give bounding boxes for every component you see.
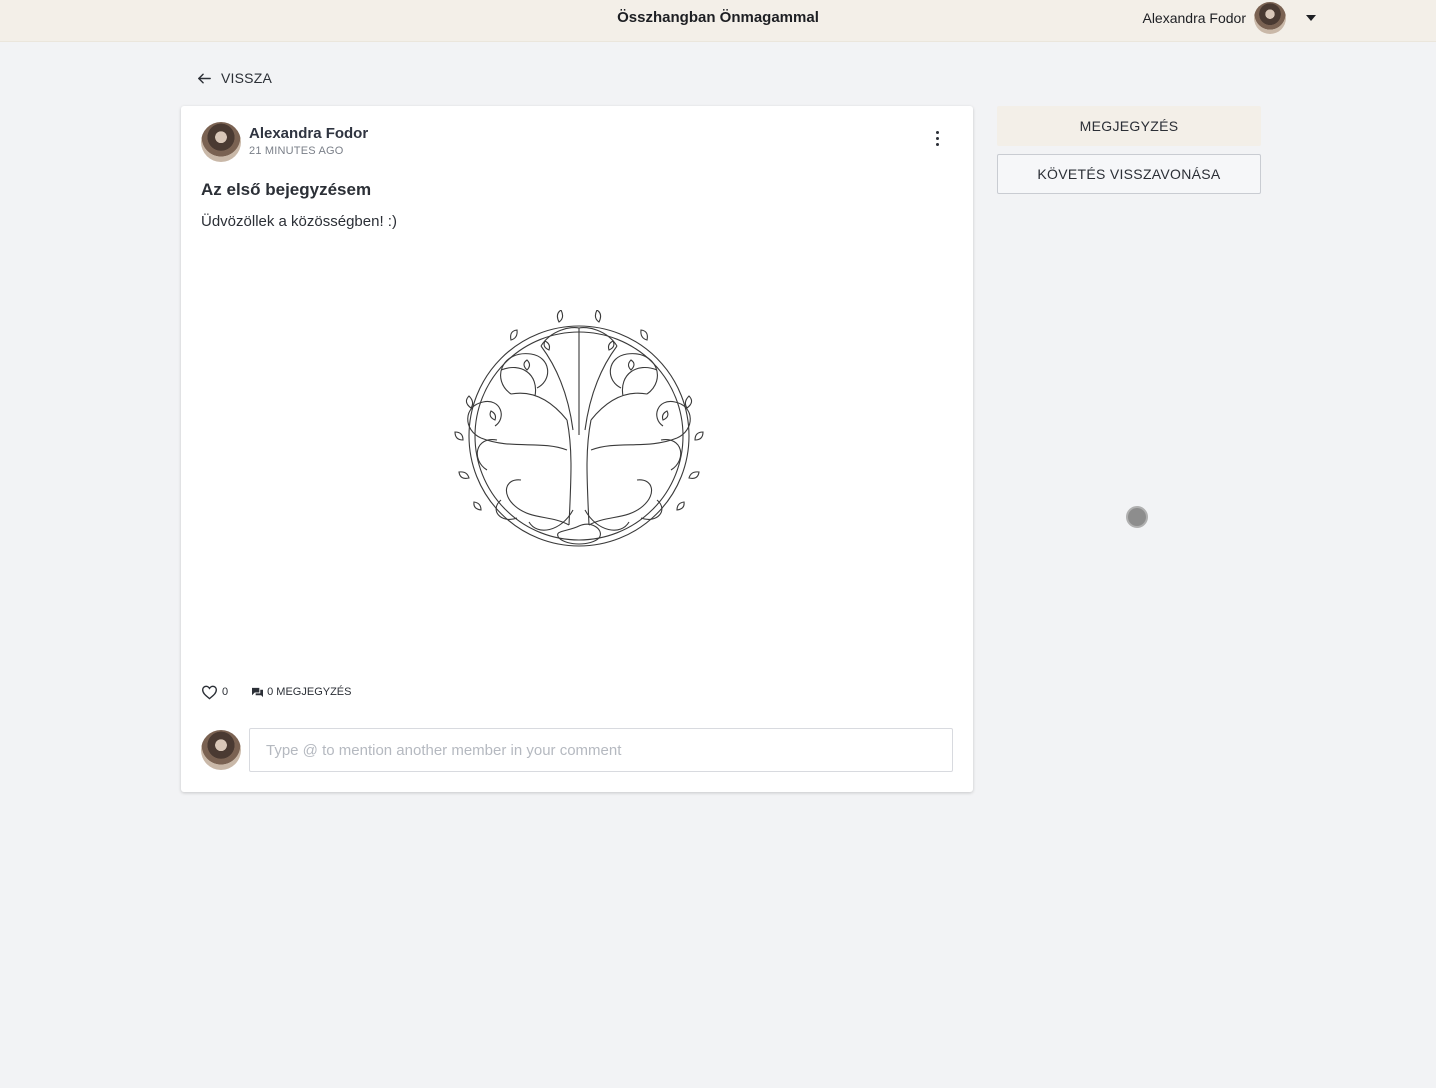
commenter-avatar xyxy=(201,730,241,770)
post-actions: 0 0 MEGJEGYZÉS xyxy=(201,684,351,700)
more-vertical-icon[interactable] xyxy=(929,128,945,148)
post-timestamp: 21 MINUTES AGO xyxy=(249,145,344,157)
like-count: 0 xyxy=(222,686,229,698)
post-title: Az első bejegyzésem xyxy=(201,180,372,199)
comment-icon xyxy=(252,687,264,697)
comment-button[interactable]: MEGJEGYZÉS xyxy=(997,106,1261,146)
like-button[interactable]: 0 xyxy=(201,685,228,700)
comment-input[interactable] xyxy=(249,728,953,772)
user-menu[interactable]: Alexandra Fodor xyxy=(1142,2,1316,34)
post-image[interactable] xyxy=(441,310,717,556)
author-name[interactable]: Alexandra Fodor xyxy=(249,125,368,142)
comments-button[interactable]: 0 MEGJEGYZÉS xyxy=(252,686,351,698)
heart-icon xyxy=(201,685,218,700)
user-avatar[interactable] xyxy=(1254,2,1286,34)
post-card: Alexandra Fodor 21 MINUTES AGO Az első b… xyxy=(181,106,973,792)
comment-count-label: 0 MEGJEGYZÉS xyxy=(267,686,352,698)
top-bar: Összhangban Önmagammal Alexandra Fodor xyxy=(0,0,1436,42)
unfollow-button[interactable]: KÖVETÉS VISSZAVONÁSA xyxy=(997,154,1261,194)
mouse-cursor xyxy=(1126,506,1148,528)
comment-composer xyxy=(201,728,953,772)
author-block: Alexandra Fodor 21 MINUTES AGO xyxy=(249,122,368,162)
post-header: Alexandra Fodor 21 MINUTES AGO xyxy=(201,122,368,162)
chevron-down-icon[interactable] xyxy=(1306,15,1316,21)
post-body: Üdvözöllek a közösségben! :) xyxy=(201,213,397,230)
user-name[interactable]: Alexandra Fodor xyxy=(1142,10,1246,26)
author-avatar[interactable] xyxy=(201,122,241,162)
back-link[interactable]: VISSZA xyxy=(196,68,272,88)
arrow-left-icon xyxy=(198,73,211,83)
back-link-label[interactable]: VISSZA xyxy=(221,70,272,86)
